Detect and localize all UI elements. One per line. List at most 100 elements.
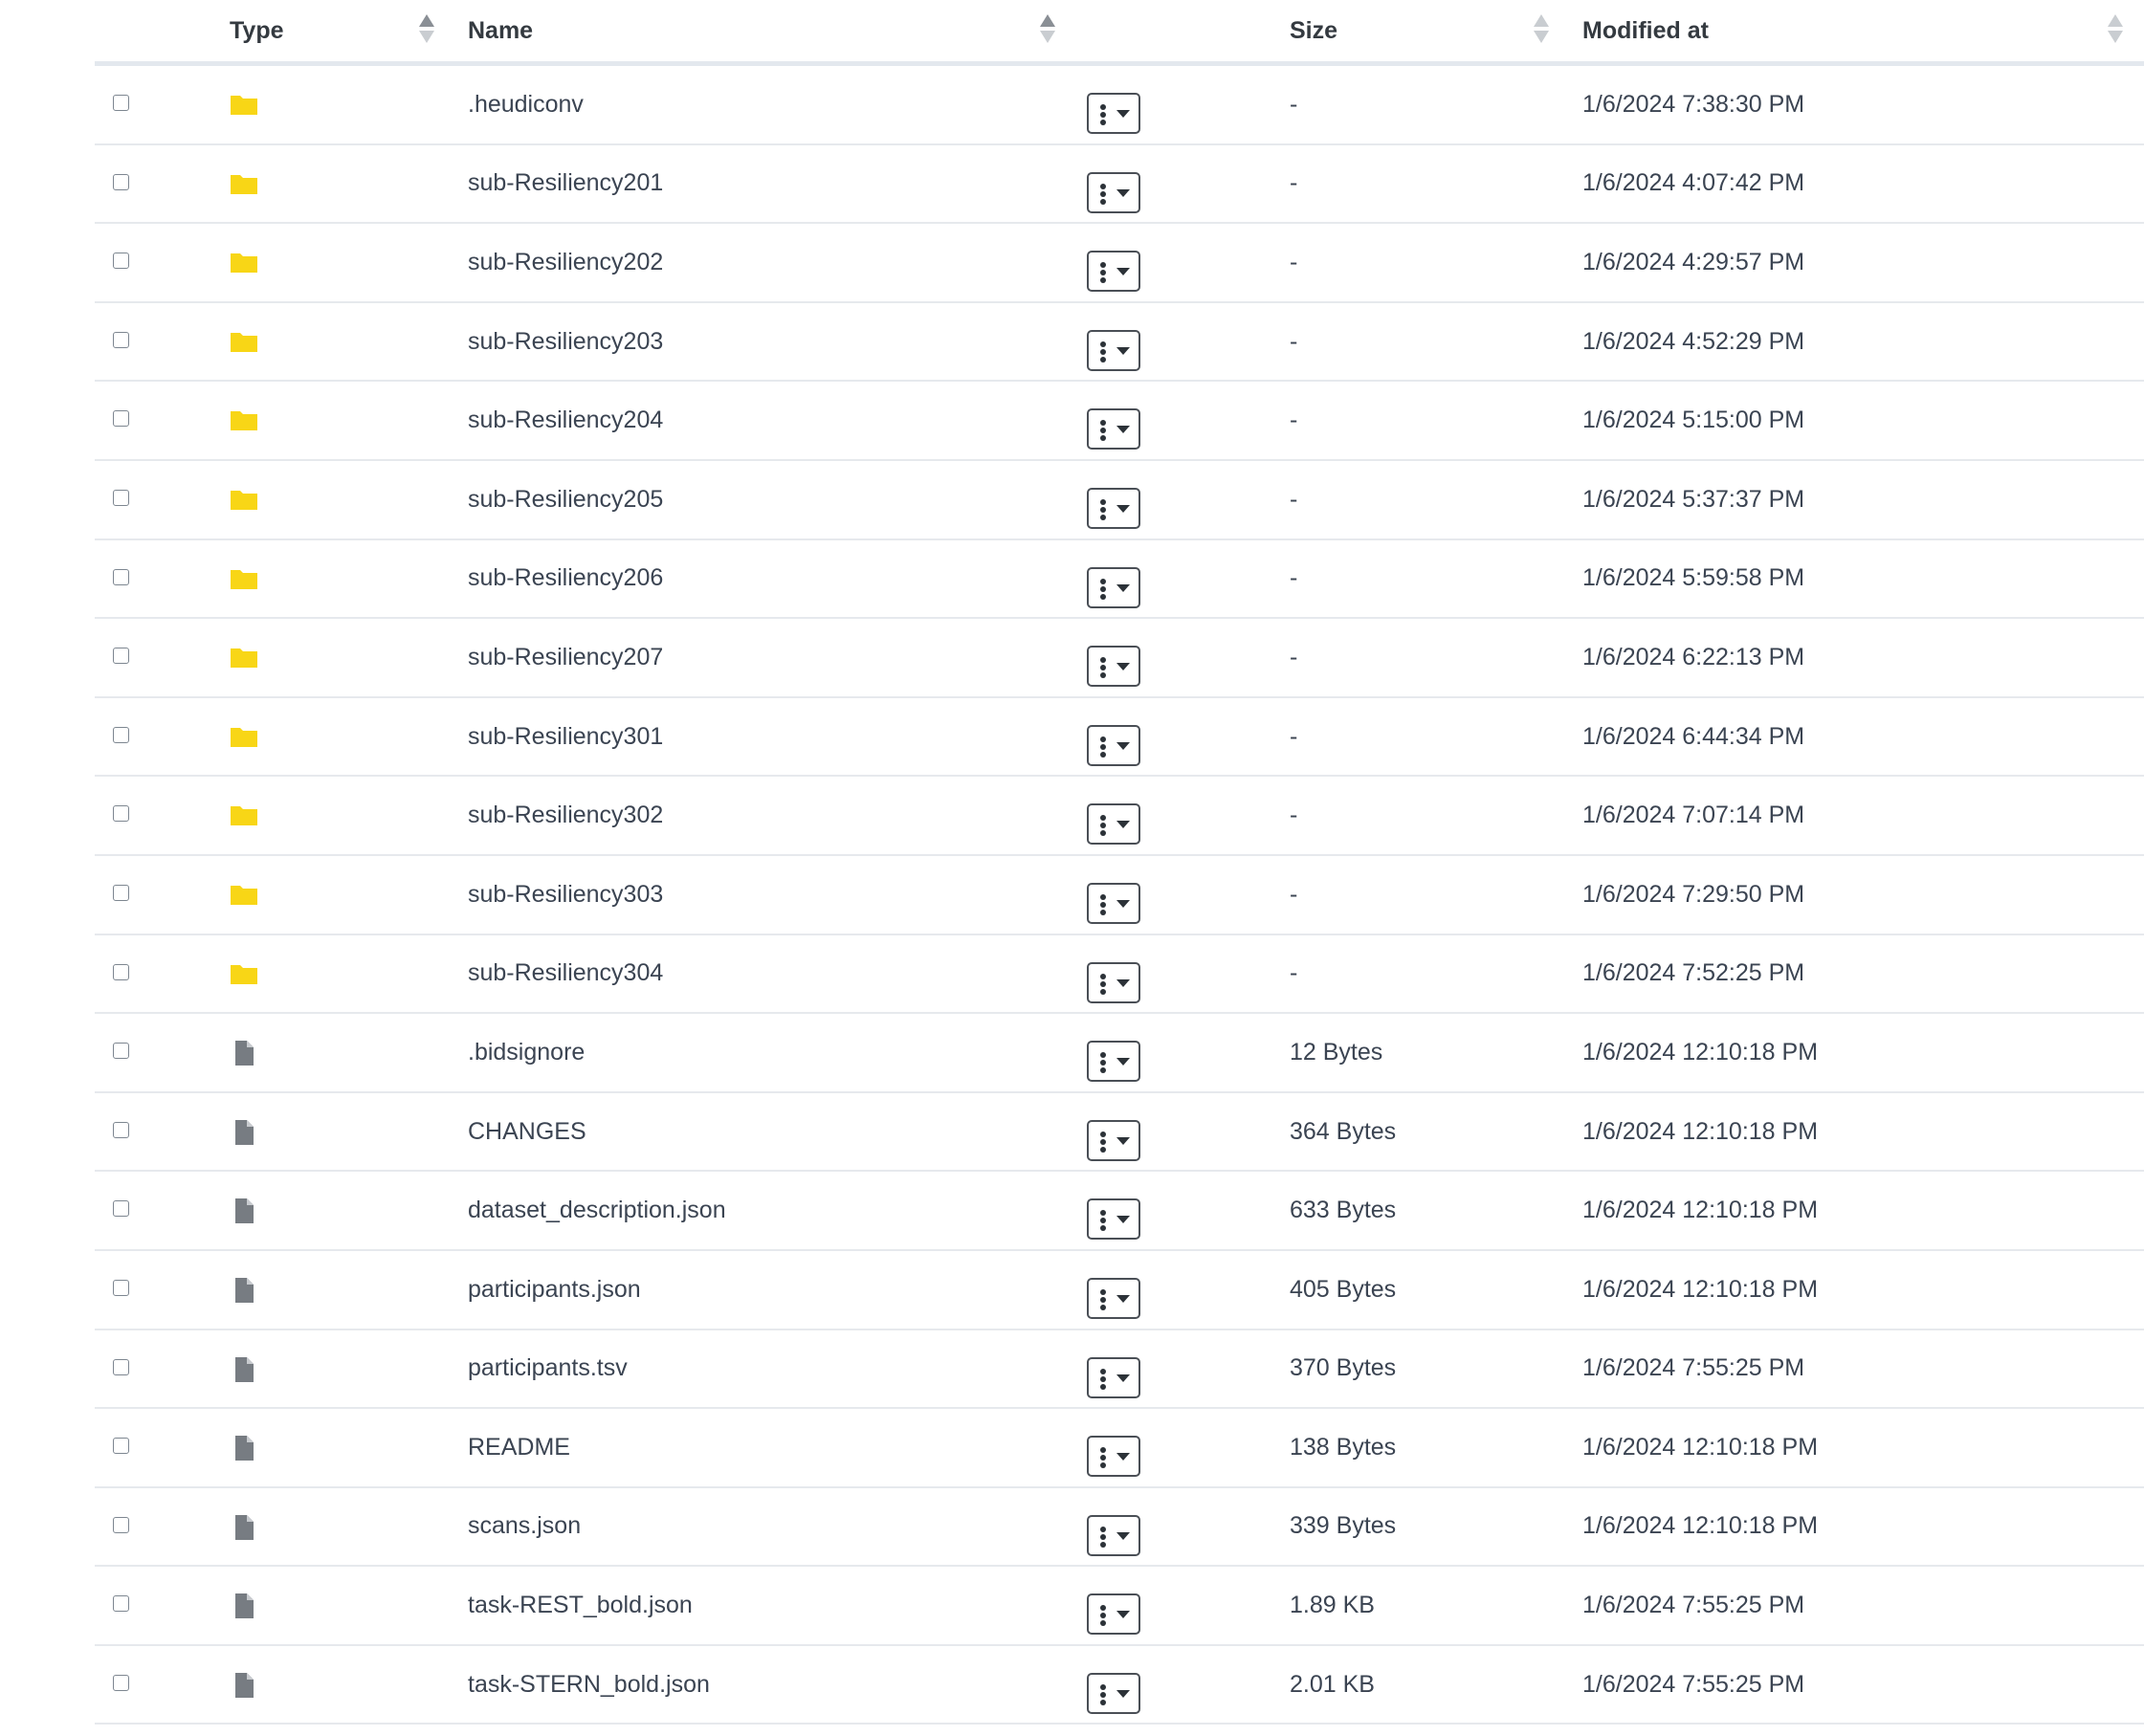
row-name[interactable]: sub-Resiliency303 [468, 856, 663, 934]
row-name[interactable]: sub-Resiliency204 [468, 382, 663, 459]
table-row[interactable]: participants.tsv 370 Bytes 1/6/2024 7:55… [95, 1330, 2144, 1410]
row-checkbox[interactable] [113, 1043, 129, 1060]
table-row[interactable]: sub-Resiliency304 - 1/6/2024 7:52:25 PM [95, 935, 2144, 1015]
row-checkbox[interactable] [113, 173, 129, 190]
row-name[interactable]: dataset_description.json [468, 1172, 726, 1249]
table-row[interactable]: sub-Resiliency207 - 1/6/2024 6:22:13 PM [95, 619, 2144, 698]
column-header-name[interactable]: Name [468, 0, 533, 61]
row-checkbox[interactable] [113, 331, 129, 348]
table-row[interactable]: CHANGES 364 Bytes 1/6/2024 12:10:18 PM [95, 1093, 2144, 1173]
sort-size-icon[interactable] [1534, 14, 1549, 45]
row-actions-button[interactable] [1087, 329, 1140, 371]
row-checkbox[interactable] [113, 1438, 129, 1455]
row-actions-button[interactable] [1087, 566, 1140, 608]
table-row[interactable]: sub-Resiliency203 - 1/6/2024 4:52:29 PM [95, 303, 2144, 383]
table-row[interactable]: sub-Resiliency303 - 1/6/2024 7:29:50 PM [95, 856, 2144, 935]
row-name[interactable]: task-STERN_bold.json [468, 1646, 710, 1724]
row-name[interactable]: sub-Resiliency203 [468, 303, 663, 381]
kebab-icon [1100, 657, 1106, 679]
row-checkbox[interactable] [113, 1121, 129, 1138]
row-actions-button[interactable] [1087, 1041, 1140, 1083]
row-name[interactable]: sub-Resiliency302 [468, 777, 663, 854]
row-name[interactable]: sub-Resiliency202 [468, 224, 663, 301]
table-row[interactable]: scans.json 339 Bytes 1/6/2024 12:10:18 P… [95, 1488, 2144, 1568]
row-checkbox[interactable] [113, 489, 129, 506]
row-size: 1.89 KB [1290, 1592, 1375, 1619]
row-checkbox[interactable] [113, 726, 129, 743]
row-checkbox[interactable] [113, 1674, 129, 1691]
row-actions-button[interactable] [1087, 1277, 1140, 1319]
table-row[interactable]: dataset_description.json 633 Bytes 1/6/2… [95, 1172, 2144, 1251]
row-name[interactable]: sub-Resiliency201 [468, 145, 663, 223]
row-name[interactable]: task-REST_bold.json [468, 1567, 693, 1644]
row-size: 138 Bytes [1290, 1433, 1397, 1461]
row-actions-button[interactable] [1087, 1119, 1140, 1161]
file-icon [230, 1197, 258, 1225]
row-name[interactable]: .heudiconv [468, 66, 584, 143]
table-row[interactable]: participants.json 405 Bytes 1/6/2024 12:… [95, 1251, 2144, 1330]
table-row[interactable]: README 138 Bytes 1/6/2024 12:10:18 PM [95, 1409, 2144, 1488]
row-name[interactable]: sub-Resiliency207 [468, 619, 663, 696]
row-name[interactable]: sub-Resiliency301 [468, 698, 663, 776]
row-name[interactable]: .bidsignore [468, 1014, 585, 1091]
row-actions-button[interactable] [1087, 171, 1140, 213]
table-row[interactable]: sub-Resiliency204 - 1/6/2024 5:15:00 PM [95, 382, 2144, 461]
sort-type-icon[interactable] [419, 14, 434, 45]
table-row[interactable]: task-REST_bold.json 1.89 KB 1/6/2024 7:5… [95, 1567, 2144, 1646]
row-checkbox[interactable] [113, 963, 129, 980]
row-name[interactable]: sub-Resiliency206 [468, 540, 663, 618]
row-checkbox[interactable] [113, 410, 129, 428]
caret-down-icon [1116, 1058, 1130, 1066]
row-checkbox[interactable] [113, 1279, 129, 1296]
sort-modified-icon[interactable] [2108, 14, 2123, 45]
row-actions-button[interactable] [1087, 803, 1140, 846]
row-actions-button[interactable] [1087, 1356, 1140, 1398]
row-actions-button[interactable] [1087, 1436, 1140, 1478]
column-header-type[interactable]: Type [230, 0, 284, 61]
row-size: - [1290, 169, 1298, 197]
table-row[interactable]: sub-Resiliency201 - 1/6/2024 4:07:42 PM [95, 145, 2144, 225]
row-actions-button[interactable] [1087, 646, 1140, 688]
file-icon [230, 1118, 258, 1147]
table-row[interactable]: sub-Resiliency202 - 1/6/2024 4:29:57 PM [95, 224, 2144, 303]
row-checkbox[interactable] [113, 1595, 129, 1613]
row-name[interactable]: participants.tsv [468, 1330, 628, 1408]
row-name[interactable]: sub-Resiliency304 [468, 935, 663, 1013]
row-checkbox[interactable] [113, 95, 129, 111]
row-name[interactable]: CHANGES [468, 1093, 586, 1171]
table-row[interactable]: sub-Resiliency301 - 1/6/2024 6:44:34 PM [95, 698, 2144, 778]
row-actions-button[interactable] [1087, 1672, 1140, 1714]
row-name[interactable]: sub-Resiliency205 [468, 461, 663, 538]
row-name[interactable]: README [468, 1409, 570, 1486]
row-actions-button[interactable] [1087, 251, 1140, 293]
table-row[interactable]: task-STERN_bold.json 2.01 KB 1/6/2024 7:… [95, 1646, 2144, 1725]
row-checkbox[interactable] [113, 253, 129, 270]
row-name[interactable]: scans.json [468, 1488, 581, 1566]
table-row[interactable]: sub-Resiliency205 - 1/6/2024 5:37:37 PM [95, 461, 2144, 540]
table-row[interactable]: .bidsignore 12 Bytes 1/6/2024 12:10:18 P… [95, 1014, 2144, 1093]
column-header-size[interactable]: Size [1290, 0, 1337, 61]
row-actions-button[interactable] [1087, 408, 1140, 450]
table-row[interactable]: sub-Resiliency206 - 1/6/2024 5:59:58 PM [95, 540, 2144, 620]
row-checkbox[interactable] [113, 884, 129, 901]
row-actions-button[interactable] [1087, 882, 1140, 924]
row-checkbox[interactable] [113, 568, 129, 585]
row-name[interactable]: participants.json [468, 1251, 641, 1329]
row-checkbox[interactable] [113, 1200, 129, 1218]
row-actions-button[interactable] [1087, 1514, 1140, 1556]
row-checkbox[interactable] [113, 1358, 129, 1375]
table-row[interactable]: sub-Resiliency302 - 1/6/2024 7:07:14 PM [95, 777, 2144, 856]
row-actions-button[interactable] [1087, 93, 1140, 134]
row-checkbox[interactable] [113, 648, 129, 665]
row-checkbox[interactable] [113, 805, 129, 823]
row-checkbox[interactable] [113, 1516, 129, 1533]
row-actions-button[interactable] [1087, 1593, 1140, 1636]
row-actions-button[interactable] [1087, 487, 1140, 529]
row-actions-button[interactable] [1087, 961, 1140, 1003]
row-actions-button[interactable] [1087, 1198, 1140, 1241]
row-modified: 1/6/2024 6:22:13 PM [1582, 643, 1805, 670]
table-row[interactable]: .heudiconv - 1/6/2024 7:38:30 PM [95, 66, 2144, 145]
sort-name-icon[interactable] [1040, 14, 1055, 45]
column-header-modified[interactable]: Modified at [1582, 0, 1709, 61]
row-actions-button[interactable] [1087, 724, 1140, 766]
